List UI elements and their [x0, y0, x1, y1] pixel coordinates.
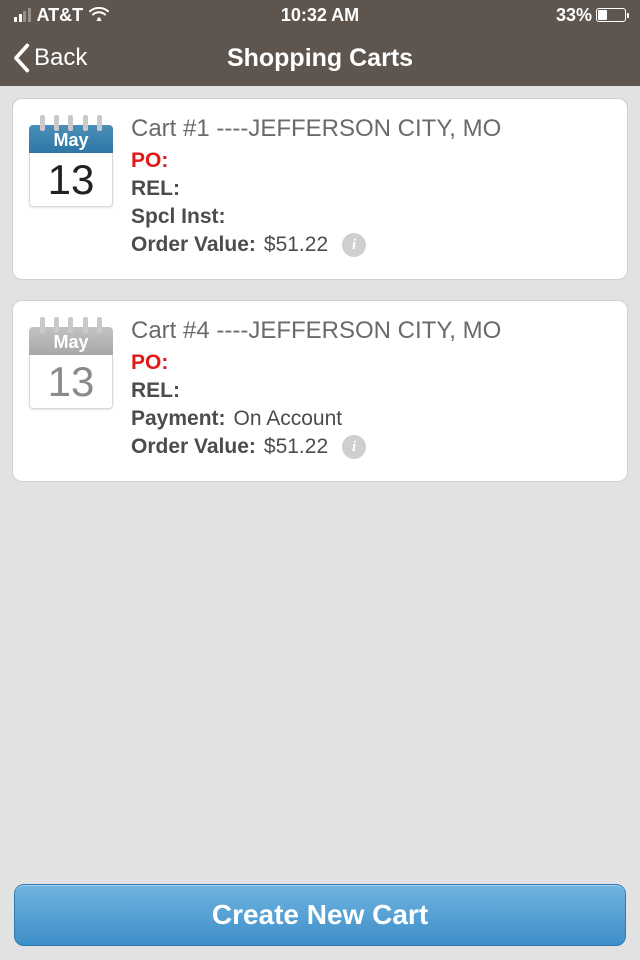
status-right: 33%	[422, 5, 626, 26]
order-value: $51.22	[264, 233, 328, 257]
cart-details: Cart #1 ----JEFFERSON CITY, MO PO: REL: …	[131, 115, 611, 261]
extra-label: Spcl Inst:	[131, 205, 226, 229]
rel-label: REL:	[131, 379, 180, 403]
info-icon[interactable]	[342, 233, 366, 257]
signal-icon	[14, 8, 31, 22]
page-title: Shopping Carts	[0, 44, 640, 73]
back-label: Back	[34, 44, 87, 72]
carrier-label: AT&T	[37, 5, 84, 26]
po-label: PO:	[131, 149, 168, 173]
status-time: 10:32 AM	[218, 5, 422, 26]
content-area: May 13 Cart #1 ----JEFFERSON CITY, MO PO…	[0, 86, 640, 482]
calendar-day: 13	[29, 153, 113, 207]
extra-label: Payment:	[131, 407, 226, 431]
status-bar: AT&T 10:32 AM 33%	[0, 0, 640, 30]
chevron-left-icon	[10, 43, 32, 73]
nav-bar: Back Shopping Carts	[0, 30, 640, 86]
order-value-label: Order Value:	[131, 435, 256, 459]
calendar-day: 13	[29, 355, 113, 409]
cart-details: Cart #4 ----JEFFERSON CITY, MO PO: REL: …	[131, 317, 611, 463]
info-icon[interactable]	[342, 435, 366, 459]
battery-icon	[596, 8, 626, 22]
create-new-cart-button[interactable]: Create New Cart	[14, 884, 626, 946]
po-label: PO:	[131, 351, 168, 375]
calendar-icon: May 13	[29, 115, 113, 261]
status-left: AT&T	[14, 5, 218, 26]
cart-title: Cart #1 ----JEFFERSON CITY, MO	[131, 115, 611, 143]
calendar-icon: May 13	[29, 317, 113, 463]
battery-percent: 33%	[556, 5, 592, 26]
order-value-label: Order Value:	[131, 233, 256, 257]
order-value: $51.22	[264, 435, 328, 459]
cart-title: Cart #4 ----JEFFERSON CITY, MO	[131, 317, 611, 345]
wifi-icon	[89, 5, 109, 26]
extra-value: On Account	[234, 407, 343, 431]
cart-card[interactable]: May 13 Cart #1 ----JEFFERSON CITY, MO PO…	[12, 98, 628, 280]
rel-label: REL:	[131, 177, 180, 201]
cart-card[interactable]: May 13 Cart #4 ----JEFFERSON CITY, MO PO…	[12, 300, 628, 482]
back-button[interactable]: Back	[0, 43, 87, 73]
bottom-bar: Create New Cart	[0, 870, 640, 960]
